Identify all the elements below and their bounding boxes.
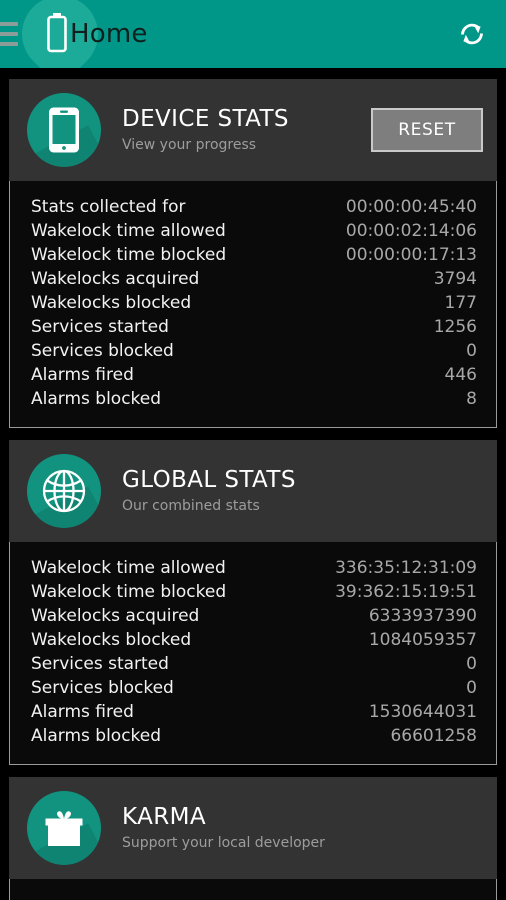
stat-value: 8 xyxy=(466,389,477,409)
page-title: Home xyxy=(70,19,148,49)
stat-label: Wakelocks blocked xyxy=(31,293,192,313)
stat-label: Alarms blocked xyxy=(31,389,162,409)
stat-row: Services started 0 xyxy=(31,652,477,676)
stat-row: Wakelocks blocked 1084059357 xyxy=(31,628,477,652)
card-title: GLOBAL STATS xyxy=(122,467,296,494)
stat-value: 39:362:15:19:51 xyxy=(335,582,477,602)
card-title: DEVICE STATS xyxy=(122,106,289,133)
card-device-stats: DEVICE STATS View your progress RESET St… xyxy=(9,79,497,428)
stat-value: 0 xyxy=(466,678,477,698)
stat-value: 00:00:02:14:06 xyxy=(345,221,477,241)
stat-row: Services blocked 0 xyxy=(31,676,477,700)
stat-value: 0 xyxy=(466,654,477,674)
stat-label: Wakelocks acquired xyxy=(31,269,200,289)
stat-row: Wakelock time allowed 00:00:02:14:06 xyxy=(31,219,477,243)
card-body-device-stats: Stats collected for 00:00:00:45:40 Wakeloc… xyxy=(9,181,497,428)
refresh-sync-icon[interactable] xyxy=(452,14,492,54)
stat-label: Wakelocks acquired xyxy=(31,606,200,626)
stats-scroll-container[interactable]: DEVICE STATS View your progress RESET St… xyxy=(0,68,506,900)
stat-label: Alarms fired xyxy=(31,365,134,385)
stat-value: 1530644031 xyxy=(368,702,477,722)
card-title: KARMA xyxy=(122,804,206,831)
stat-value: 00:00:00:45:40 xyxy=(345,197,477,217)
globe-icon xyxy=(27,454,101,528)
stat-value: 00:00:00:17:13 xyxy=(345,245,477,265)
stat-value: 1256 xyxy=(433,317,477,337)
stat-value: 1084059357 xyxy=(368,630,477,650)
hamburger-menu-icon[interactable] xyxy=(0,22,18,46)
stat-row: Services blocked 0 xyxy=(31,339,477,363)
card-global-stats: GLOBAL STATS Our combined stats Wakelock… xyxy=(9,440,497,765)
reset-button[interactable]: RESET xyxy=(371,108,483,152)
hamburger-line xyxy=(0,22,18,26)
stat-row: Alarms fired 1530644031 xyxy=(31,700,477,724)
card-subtitle: Support your local developer xyxy=(122,834,325,851)
stat-row: Alarms blocked 66601258 xyxy=(31,724,477,748)
stat-label: Wakelock time blocked xyxy=(31,245,227,265)
stat-value: 177 xyxy=(444,293,477,313)
stat-label: Services started xyxy=(31,317,169,337)
smartphone-icon xyxy=(27,93,101,167)
stat-row: Wakelocks acquired 3794 xyxy=(31,267,477,291)
stat-label: Wakelock time allowed xyxy=(31,558,226,578)
stat-label: Wakelock time blocked xyxy=(31,582,227,602)
stat-row: Alarms fired 446 xyxy=(31,363,477,387)
stat-row: Wakelock time blocked 39:362:15:19:51 xyxy=(31,580,477,604)
stat-row: Wakelocks acquired 6333937390 xyxy=(31,604,477,628)
card-subtitle: View your progress xyxy=(122,136,257,153)
stat-label: Wakelocks blocked xyxy=(31,630,192,650)
hamburger-line xyxy=(0,42,18,46)
stat-label: Alarms blocked xyxy=(31,726,162,746)
stat-row: Alarms blocked 8 xyxy=(31,387,477,411)
stat-label: Services blocked xyxy=(31,678,174,698)
gift-icon xyxy=(27,791,101,865)
stat-label: Stats collected for xyxy=(31,197,186,217)
stat-value: 336:35:12:31:09 xyxy=(335,558,477,578)
stat-value: 6333937390 xyxy=(368,606,477,626)
stat-row: Wakelocks blocked 177 xyxy=(31,291,477,315)
stat-row: Services started 1256 xyxy=(31,315,477,339)
stat-row: Stats collected for 00:00:00:45:40 xyxy=(31,195,477,219)
stat-label: Alarms fired xyxy=(31,702,134,722)
card-karma: KARMA Support your local developer xyxy=(9,777,497,900)
stat-row: Wakelock time allowed 336:35:12:31:09 xyxy=(31,556,477,580)
stat-row: Wakelock time blocked 00:00:00:17:13 xyxy=(31,243,477,267)
card-header-karma[interactable]: KARMA Support your local developer xyxy=(9,777,497,879)
stat-label: Services blocked xyxy=(31,341,174,361)
hamburger-line xyxy=(0,32,18,36)
battery-icon xyxy=(47,13,67,53)
stat-value: 446 xyxy=(444,365,477,385)
card-subtitle: Our combined stats xyxy=(122,497,260,514)
card-header-device-stats[interactable]: DEVICE STATS View your progress RESET xyxy=(9,79,497,181)
stat-value: 66601258 xyxy=(390,726,477,746)
stat-value: 3794 xyxy=(433,269,477,289)
card-body-karma xyxy=(9,879,497,900)
stat-label: Wakelock time allowed xyxy=(31,221,226,241)
card-header-global-stats[interactable]: GLOBAL STATS Our combined stats xyxy=(9,440,497,542)
stat-label: Services started xyxy=(31,654,169,674)
stat-value: 0 xyxy=(466,341,477,361)
card-body-global-stats: Wakelock time allowed 336:35:12:31:09 Wake… xyxy=(9,542,497,765)
app-header: Home xyxy=(0,0,506,68)
